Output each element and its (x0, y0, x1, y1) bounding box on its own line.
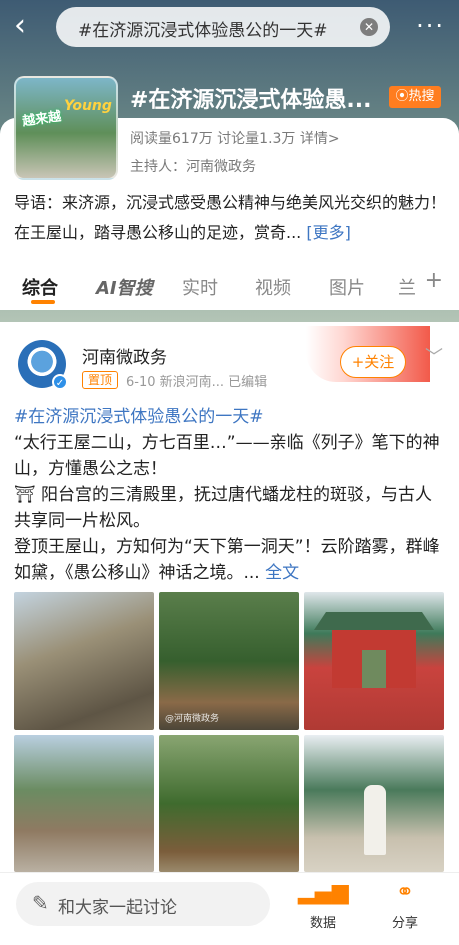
post-author[interactable]: 河南微政务 (82, 343, 167, 368)
tab-more-partial[interactable]: 兰 (398, 274, 416, 300)
post-image[interactable]: @河南微政务 (159, 592, 299, 730)
search-query: #在济源沉浸式体验愚公的一天# (78, 21, 328, 41)
topic-intro: 导语：来济源，沉浸式感受愚公精神与绝美风光交织的魅力！在王屋山，踏寻愚公移山的足… (14, 188, 446, 248)
tab-images[interactable]: 图片 (329, 274, 365, 300)
bar-chart-icon: ▂▄▆ (298, 880, 349, 905)
back-icon[interactable]: ‹ (14, 11, 44, 42)
intro-text: 导语：来济源，沉浸式感受愚公精神与绝美风光交织的魅力！在王屋山，踏寻愚公移山的足… (14, 193, 447, 242)
hot-search-badge: ⦿热搜 (389, 86, 441, 108)
topic-stats[interactable]: 阅读量617万 讨论量1.3万 详情> (130, 128, 340, 148)
tab-realtime[interactable]: 实时 (182, 274, 218, 300)
post-hashtag[interactable]: #在济源沉浸式体验愚公的一天# (14, 404, 446, 430)
thumbnail-young: Young (64, 98, 112, 114)
tab-comprehensive[interactable]: 综合 (22, 274, 58, 300)
more-icon[interactable]: ··· (416, 12, 445, 40)
full-text-link[interactable]: 全文 (265, 563, 299, 583)
statue-shape (364, 785, 386, 855)
chevron-down-icon[interactable]: ﹀ (425, 343, 443, 369)
tab-ai-search[interactable]: AI智搜 (96, 274, 153, 300)
tab-video[interactable]: 视频 (255, 274, 291, 300)
data-label: 数据 (309, 916, 336, 931)
topic-title: #在济源沉浸式体验愚... (130, 88, 372, 113)
photo-grid: @河南微政务 (14, 592, 444, 872)
post-line-1: “太行王屋二山，方七百里…”——亲临《列子》笔下的神山，方懂愚公之志！ (14, 433, 440, 479)
share-button[interactable]: ⚭ 分享 (380, 880, 430, 931)
post-image[interactable] (304, 592, 444, 730)
topic-host[interactable]: 主持人：河南微政务 (130, 156, 256, 176)
share-icon: ⚭ (395, 880, 415, 905)
post-line-3: 登顶王屋山，方知何为“天下第一洞天”！云阶踏雾，群峰如黛，《愚公移山》神话之境。… (14, 537, 440, 583)
hot-badge-label: 热搜 (408, 89, 435, 104)
temple-roof-shape (314, 612, 434, 630)
follow-button[interactable]: +关注 (340, 346, 406, 378)
post-image[interactable] (14, 735, 154, 872)
pinned-badge: 置顶 (82, 371, 118, 389)
search-input[interactable]: #在济源沉浸式体验愚公的一天# ✕ (56, 7, 390, 47)
post-body: #在济源沉浸式体验愚公的一天# “太行王屋二山，方七百里…”——亲临《列子》笔下… (14, 404, 446, 586)
post-line-2: ⛩ 阳台宫的三清殿里，抚过唐代蟠龙柱的斑驳，与古人共享同一片松风。 (14, 485, 432, 531)
post-image[interactable] (304, 735, 444, 872)
thumbnail-caption: 越来越 (21, 109, 63, 130)
image-watermark: @河南微政务 (165, 714, 220, 724)
post-image[interactable] (14, 592, 154, 730)
temple-door-shape (362, 650, 386, 688)
active-tab-indicator (31, 300, 55, 304)
add-tab-icon[interactable]: + (425, 268, 443, 293)
intro-more-link[interactable]: [更多] (306, 223, 351, 242)
post-meta: 6-10 新浪河南... 已编辑 (126, 375, 268, 390)
top-bar: ‹ #在济源沉浸式体验愚公的一天# ✕ ··· (0, 0, 459, 56)
tab-bar: 综合 AI智搜 实时 视频 图片 兰 (0, 262, 459, 310)
post-image[interactable] (159, 735, 299, 872)
share-label: 分享 (391, 916, 418, 931)
topic-thumbnail: 越来越 Young (14, 76, 118, 180)
clear-icon[interactable]: ✕ (360, 18, 378, 36)
data-button[interactable]: ▂▄▆ 数据 (298, 880, 349, 931)
pencil-icon: ✎ (32, 891, 49, 915)
location-icon: ⦿ (395, 89, 409, 104)
verified-icon: ✓ (52, 374, 68, 390)
comment-placeholder: 和大家一起讨论 (58, 898, 177, 918)
